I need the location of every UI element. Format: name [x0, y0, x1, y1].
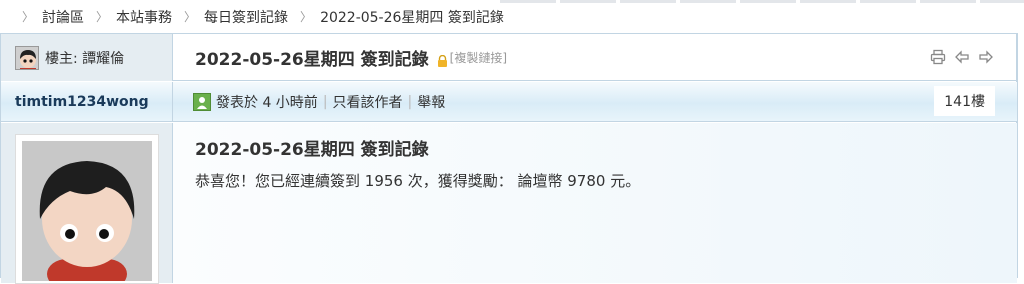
breadcrumb-daily-checkin[interactable]: 每日簽到記錄 [204, 7, 288, 27]
thread-host: 樓主: 譚耀倫 [1, 34, 173, 81]
chevron-right-icon: 〉 [96, 10, 109, 24]
report-link[interactable]: 舉報 [417, 92, 445, 112]
thread-header: 樓主: 譚耀倫 2022-05-26星期四 簽到記錄 [複製鏈接] [1, 34, 1017, 81]
breadcrumb-site-affairs[interactable]: 本站事務 [116, 7, 172, 27]
post-content: 恭喜您！您已經連續簽到 1956 次，獲得獎勵： 論壇幣 9780 元。 [195, 172, 641, 190]
thread-title: 2022-05-26星期四 簽到記錄 [195, 49, 429, 70]
only-author-link[interactable]: 只看該作者 [333, 92, 403, 112]
host-avatar[interactable] [15, 45, 39, 70]
breadcrumb: 〉 討論區 〉 本站事務 〉 每日簽到記錄 〉 2022-05-26星期四 簽到… [0, 0, 1024, 33]
divider: | [322, 93, 328, 110]
author-bar: timtim1234wong 發表於 4 小時前 | 只看該作者 | 舉報 14… [1, 82, 1017, 122]
chevron-right-icon: 〉 [22, 10, 35, 24]
copy-link-button[interactable]: [複製鏈接] [450, 49, 507, 66]
arrow-left-icon[interactable] [953, 48, 971, 66]
arrow-right-icon[interactable] [977, 48, 995, 66]
post-body: 2022-05-26星期四 簽到記錄 恭喜您！您已經連續簽到 1956 次，獲得… [1, 123, 1017, 284]
lock-icon [437, 52, 448, 67]
author-avatar[interactable] [15, 134, 159, 284]
thread-container: 樓主: 譚耀倫 2022-05-26星期四 簽到記錄 [複製鏈接] timtim… [0, 33, 1018, 284]
divider: | [407, 93, 413, 110]
post-title: 2022-05-26星期四 簽到記錄 [195, 140, 429, 160]
chevron-right-icon: 〉 [300, 10, 313, 24]
floor-number[interactable]: 141樓 [934, 86, 995, 116]
breadcrumb-current: 2022-05-26星期四 簽到記錄 [320, 9, 504, 26]
print-icon[interactable] [929, 48, 947, 66]
breadcrumb-forum[interactable]: 討論區 [42, 7, 84, 27]
online-status-icon [193, 92, 211, 111]
author-name[interactable]: timtim1234wong [15, 94, 149, 110]
host-label[interactable]: 樓主: 譚耀倫 [45, 48, 124, 68]
post-time: 發表於 4 小時前 [216, 94, 318, 111]
chevron-right-icon: 〉 [184, 10, 197, 24]
